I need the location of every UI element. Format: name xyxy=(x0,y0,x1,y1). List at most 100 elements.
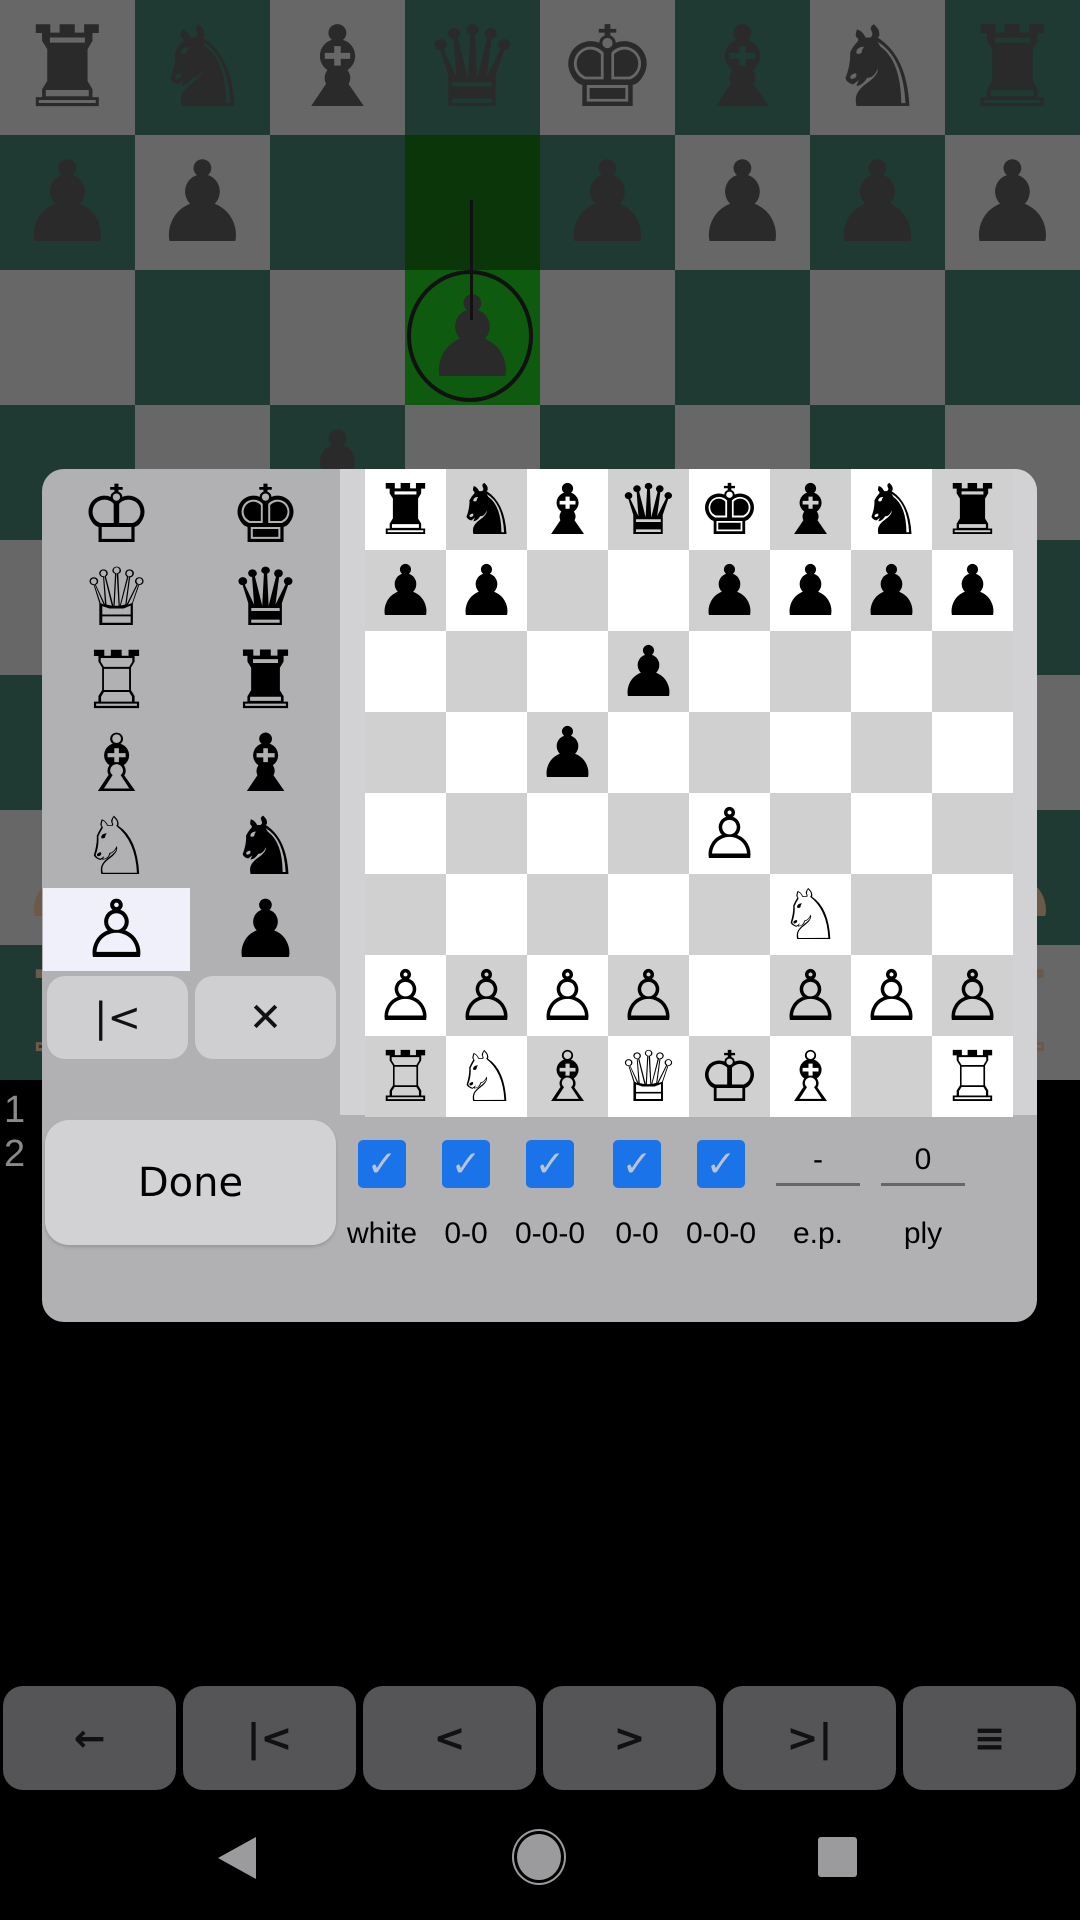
edit-square-e6[interactable] xyxy=(689,631,770,712)
edit-square-b7[interactable]: ♟ xyxy=(446,550,527,631)
edit-square-c5[interactable]: ♟ xyxy=(527,712,608,793)
ep-field[interactable]: - xyxy=(776,1143,860,1186)
edit-square-e5[interactable] xyxy=(689,712,770,793)
nav-home-icon[interactable] xyxy=(517,1834,561,1880)
edit-square-d7[interactable] xyxy=(608,550,689,631)
edit-square-d8[interactable]: ♛ xyxy=(608,469,689,550)
edit-square-c3[interactable] xyxy=(527,874,608,955)
edit-square-f5[interactable] xyxy=(770,712,851,793)
edit-square-b2[interactable]: ♙ xyxy=(446,955,527,1036)
square-a7[interactable]: ♟ xyxy=(0,135,135,270)
palette-black-bishop[interactable]: ♝ xyxy=(192,722,339,805)
last-move-button[interactable]: >| xyxy=(723,1686,896,1790)
nav-recents-icon[interactable] xyxy=(818,1837,857,1877)
option-checkbox[interactable]: ✓ xyxy=(697,1140,745,1188)
edit-square-h2[interactable]: ♙ xyxy=(932,955,1013,1036)
edit-square-a5[interactable] xyxy=(365,712,446,793)
palette-black-queen[interactable]: ♛ xyxy=(192,556,339,639)
edit-square-a2[interactable]: ♙ xyxy=(365,955,446,1036)
square-e6[interactable] xyxy=(540,270,675,405)
option-checkbox[interactable]: ✓ xyxy=(526,1140,574,1188)
edit-square-c6[interactable] xyxy=(527,631,608,712)
edit-square-d3[interactable] xyxy=(608,874,689,955)
square-c6[interactable] xyxy=(270,270,405,405)
edit-square-g3[interactable] xyxy=(851,874,932,955)
square-b8[interactable]: ♞ xyxy=(135,0,270,135)
edit-square-h3[interactable] xyxy=(932,874,1013,955)
edit-square-d4[interactable] xyxy=(608,793,689,874)
palette-white-pawn[interactable]: ♙ xyxy=(43,888,190,971)
edit-square-a3[interactable] xyxy=(365,874,446,955)
option-checkbox[interactable]: ✓ xyxy=(613,1140,661,1188)
palette-white-king[interactable]: ♔ xyxy=(43,473,190,556)
edit-square-f3[interactable]: ♘ xyxy=(770,874,851,955)
square-f7[interactable]: ♟ xyxy=(675,135,810,270)
edit-square-c1[interactable]: ♗ xyxy=(527,1036,608,1117)
edit-square-a6[interactable] xyxy=(365,631,446,712)
square-h6[interactable] xyxy=(945,270,1080,405)
edit-square-e8[interactable]: ♚ xyxy=(689,469,770,550)
edit-square-d2[interactable]: ♙ xyxy=(608,955,689,1036)
first-button[interactable]: |< xyxy=(47,976,188,1059)
nav-back-icon[interactable] xyxy=(218,1837,256,1879)
square-d8[interactable]: ♛ xyxy=(405,0,540,135)
palette-black-king[interactable]: ♚ xyxy=(192,473,339,556)
edit-square-b1[interactable]: ♘ xyxy=(446,1036,527,1117)
edit-square-g5[interactable] xyxy=(851,712,932,793)
square-h8[interactable]: ♜ xyxy=(945,0,1080,135)
edit-square-b5[interactable] xyxy=(446,712,527,793)
palette-white-knight[interactable]: ♘ xyxy=(43,805,190,888)
edit-square-c4[interactable] xyxy=(527,793,608,874)
edit-square-c8[interactable]: ♝ xyxy=(527,469,608,550)
edit-square-d5[interactable] xyxy=(608,712,689,793)
edit-square-h4[interactable] xyxy=(932,793,1013,874)
square-b7[interactable]: ♟ xyxy=(135,135,270,270)
edit-square-g4[interactable] xyxy=(851,793,932,874)
edit-square-a4[interactable] xyxy=(365,793,446,874)
edit-square-d6[interactable]: ♟ xyxy=(608,631,689,712)
square-c7[interactable] xyxy=(270,135,405,270)
edit-square-a1[interactable]: ♖ xyxy=(365,1036,446,1117)
palette-black-knight[interactable]: ♞ xyxy=(192,805,339,888)
edit-square-f1[interactable]: ♗ xyxy=(770,1036,851,1117)
edit-square-f6[interactable] xyxy=(770,631,851,712)
menu-button[interactable]: ≡ xyxy=(903,1686,1076,1790)
back-arrow-button[interactable]: ← xyxy=(3,1686,176,1790)
edit-square-h5[interactable] xyxy=(932,712,1013,793)
edit-square-e7[interactable]: ♟ xyxy=(689,550,770,631)
edit-square-b4[interactable] xyxy=(446,793,527,874)
ply-field[interactable]: 0 xyxy=(881,1143,965,1186)
edit-square-g6[interactable] xyxy=(851,631,932,712)
edit-square-h6[interactable] xyxy=(932,631,1013,712)
square-g7[interactable]: ♟ xyxy=(810,135,945,270)
square-h7[interactable]: ♟ xyxy=(945,135,1080,270)
edit-square-g8[interactable]: ♞ xyxy=(851,469,932,550)
done-button[interactable]: Done xyxy=(45,1120,336,1245)
edit-board[interactable]: ♜ ♞ ♝ ♛ ♚ ♝ ♞ ♜ ♟ ♟ ♟ ♟ ♟ ♟ ♟ ♟ ♙ ♘ ♙ ♙ ♙ ♙ ♙ ♙ ♙ ♖ ♘ ♗ ♕ ♔ ♗ ♖ xyxy=(365,469,1013,1117)
square-b6[interactable] xyxy=(135,270,270,405)
square-a6[interactable] xyxy=(0,270,135,405)
square-g8[interactable]: ♞ xyxy=(810,0,945,135)
edit-square-f8[interactable]: ♝ xyxy=(770,469,851,550)
square-f8[interactable]: ♝ xyxy=(675,0,810,135)
palette-black-pawn[interactable]: ♟ xyxy=(192,888,339,971)
edit-square-a8[interactable]: ♜ xyxy=(365,469,446,550)
edit-square-e2[interactable] xyxy=(689,955,770,1036)
edit-square-f4[interactable] xyxy=(770,793,851,874)
edit-square-b8[interactable]: ♞ xyxy=(446,469,527,550)
edit-square-b3[interactable] xyxy=(446,874,527,955)
edit-square-c2[interactable]: ♙ xyxy=(527,955,608,1036)
edit-square-g1[interactable] xyxy=(851,1036,932,1117)
edit-square-e1[interactable]: ♔ xyxy=(689,1036,770,1117)
first-move-button[interactable]: |< xyxy=(183,1686,356,1790)
palette-black-rook[interactable]: ♜ xyxy=(192,639,339,722)
prev-move-button[interactable]: < xyxy=(363,1686,536,1790)
option-checkbox[interactable]: ✓ xyxy=(442,1140,490,1188)
square-g6[interactable] xyxy=(810,270,945,405)
edit-square-g2[interactable]: ♙ xyxy=(851,955,932,1036)
edit-square-c7[interactable] xyxy=(527,550,608,631)
option-checkbox[interactable]: ✓ xyxy=(358,1140,406,1188)
square-f6[interactable] xyxy=(675,270,810,405)
edit-square-e3[interactable] xyxy=(689,874,770,955)
edit-square-a7[interactable]: ♟ xyxy=(365,550,446,631)
